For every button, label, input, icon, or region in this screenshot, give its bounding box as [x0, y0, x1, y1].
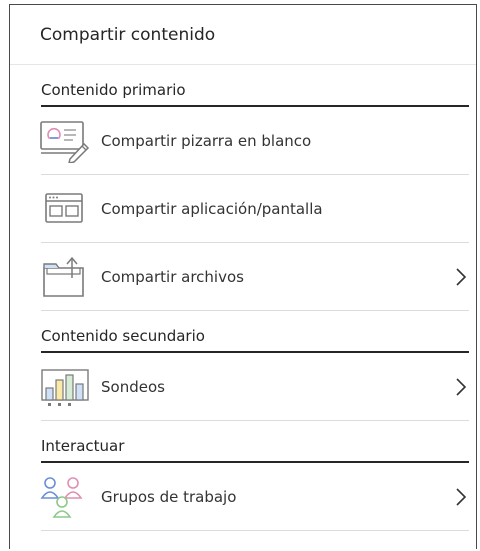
share-application-label: Compartir aplicación/pantalla	[101, 199, 323, 218]
share-files-label: Compartir archivos	[101, 267, 244, 286]
section-title-label: Interactuar	[41, 437, 125, 455]
chevron-right-icon[interactable]	[453, 376, 469, 398]
breakout-groups-label: Grupos de trabajo	[101, 487, 237, 506]
whiteboard-icon	[39, 116, 93, 166]
section-title-interact: Interactuar	[41, 421, 469, 463]
panel-header: Compartir contenido	[10, 5, 476, 65]
share-files-item[interactable]: Compartir archivos	[41, 243, 469, 311]
polls-label: Sondeos	[101, 377, 165, 396]
polls-item[interactable]: Sondeos	[41, 353, 469, 421]
share-whiteboard-item[interactable]: Compartir pizarra en blanco	[39, 107, 469, 175]
section-title-primary: Contenido primario	[41, 65, 469, 107]
share-application-screen-item[interactable]: Compartir aplicación/pantalla	[41, 175, 469, 243]
section-title-label: Contenido secundario	[41, 327, 205, 345]
section-title-label: Contenido primario	[41, 81, 186, 99]
chevron-right-icon[interactable]	[453, 266, 469, 288]
application-window-icon	[39, 184, 93, 234]
groups-people-icon	[39, 472, 93, 522]
breakout-groups-item[interactable]: Grupos de trabajo	[39, 463, 469, 531]
folder-upload-icon	[39, 252, 93, 302]
chevron-right-icon[interactable]	[453, 486, 469, 508]
panel-title: Compartir contenido	[40, 24, 216, 45]
poll-chart-icon	[39, 362, 93, 412]
share-whiteboard-label: Compartir pizarra en blanco	[101, 131, 312, 150]
share-content-panel: Compartir contenido Contenido primario C…	[9, 4, 477, 549]
section-title-secondary: Contenido secundario	[41, 311, 469, 353]
